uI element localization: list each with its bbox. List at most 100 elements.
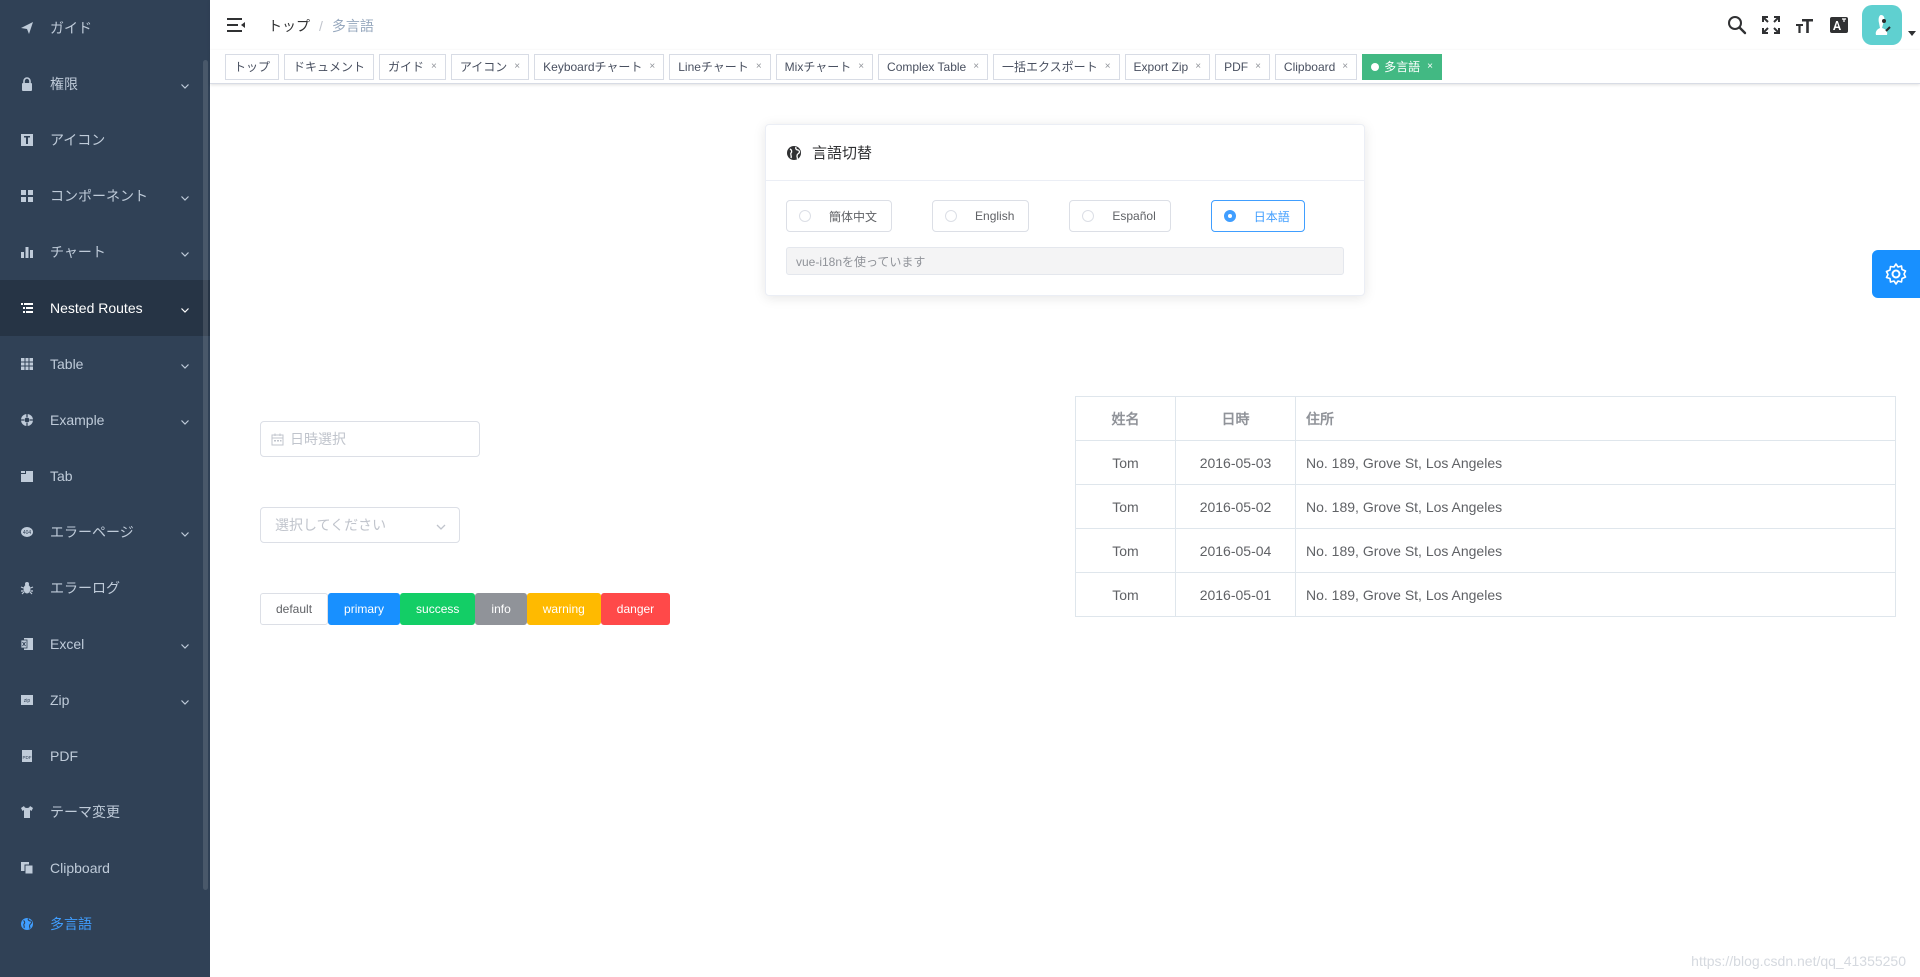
tag-item[interactable]: Clipboard × [1274,53,1358,80]
sidebar-item-label: Excel [50,636,85,652]
table-cell: Tom [1075,440,1176,485]
sidebar-item[interactable]: 404 エラーページ [0,504,210,560]
table-row: Tom 2016-05-04 No. 189, Grove St, Los Ange… [1075,528,1896,573]
close-icon[interactable]: × [756,55,762,79]
warning-button[interactable]: warning [526,593,601,625]
avatar-dropdown[interactable] [1862,5,1916,45]
language-icon[interactable] [1822,0,1856,50]
tag-item[interactable]: アイコン × [450,53,530,80]
info-button[interactable]: info [475,593,527,625]
tag-item[interactable]: Export Zip × [1124,53,1211,80]
table-cell: Tom [1075,572,1176,617]
tag-label: ガイド [388,59,425,74]
close-icon[interactable]: × [858,55,864,79]
primary-button[interactable]: primary [328,593,401,625]
tag-item[interactable]: Keyboardチャート × [534,53,665,80]
chevron-down-icon [180,302,189,313]
close-icon[interactable]: × [1105,55,1111,79]
chevron-down-icon [180,246,189,257]
sidebar-item[interactable]: チャート [0,224,210,280]
tag-item[interactable]: 多言語 × [1362,53,1442,80]
sidebar-item[interactable]: zip Zip [0,672,210,728]
language-radio[interactable]: 日本語 [1210,200,1305,232]
sidebar-item-label: Example [50,412,105,428]
sidebar-item-label: 多言語 [50,916,92,932]
bug-icon [20,581,34,595]
table-header-address: 住所 [1295,396,1896,441]
font-size-icon[interactable] [1788,0,1822,50]
table-icon [20,357,34,371]
close-icon[interactable]: × [1427,55,1433,79]
tag-item[interactable]: Mixチャート × [775,53,874,80]
close-icon[interactable]: × [431,55,437,79]
close-icon[interactable]: × [514,55,520,79]
select-input[interactable]: 選択してください [260,507,460,543]
sidebar-item[interactable]: アイコン [0,112,210,168]
danger-button[interactable]: danger [600,593,671,625]
chevron-down-icon [180,694,189,705]
sidebar-item[interactable]: テーマ変更 [0,784,210,840]
avatar[interactable] [1862,5,1902,45]
sidebar-item[interactable]: Tab [0,448,210,504]
chevron-down-icon [180,414,189,425]
close-icon[interactable]: × [1195,55,1201,79]
radio-circle[interactable] [1223,210,1236,222]
tag-label: ドキュメント [293,59,366,74]
sidebar-item[interactable]: エラーログ [0,560,210,616]
tag-item[interactable]: トップ [225,53,280,80]
sidebar-item[interactable]: ガイド [0,0,210,56]
tag-item[interactable]: PDF × [1215,53,1270,80]
clipboard-icon [20,861,34,875]
sidebar-item[interactable]: Nested Routes [0,280,210,336]
hamburger-icon[interactable] [226,15,246,35]
sidebar: ガイド 権限アイコンコンポーネント チャート Nested Routes Table Ex… [0,0,210,977]
fullscreen-icon[interactable] [1754,0,1788,50]
tag-item[interactable]: ドキュメント [284,53,375,80]
sidebar-item[interactable]: コンポーネント [0,168,210,224]
tag-label: Complex Table [887,59,967,74]
sidebar-item[interactable]: PDF PDF [0,728,210,784]
close-icon[interactable]: × [1342,55,1348,79]
sidebar-item[interactable]: Example [0,392,210,448]
language-radio[interactable]: 簡体中文 [786,200,893,232]
sidebar-item-label: Clipboard [50,860,110,876]
settings-button[interactable] [1872,250,1920,298]
tags-view: トップ ドキュメント ガイド × アイコン × Keyboardチャート × Lineチャート ×… [210,50,1920,84]
sidebar-item[interactable]: Table [0,336,210,392]
date-picker-input[interactable]: 日時選択 [260,421,480,457]
close-icon[interactable]: × [1255,55,1261,79]
calendar-icon [271,433,284,446]
radio-label: 日本語 [1253,209,1290,224]
button-group: default primary success info warning danger [260,593,671,625]
language-radio[interactable]: English [932,200,1030,232]
tag-label: トップ [234,59,271,74]
select-placeholder: 選択してください [275,517,387,533]
table-row: Tom 2016-05-02 No. 189, Grove St, Los Ange… [1075,484,1896,529]
language-radio[interactable]: Español [1069,200,1171,232]
table-cell: 2016-05-02 [1175,484,1296,529]
success-button[interactable]: success [400,593,476,625]
sidebar-item[interactable]: Excel [0,616,210,672]
svg-text:PDF: PDF [23,755,32,760]
close-icon[interactable]: × [649,55,655,79]
caret-down-icon[interactable] [1908,31,1916,36]
close-icon[interactable]: × [973,55,979,79]
theme-icon [20,805,34,819]
sidebar-item-label: アイコン [50,132,106,148]
radio-circle[interactable] [945,210,958,222]
sidebar-item[interactable]: 権限 [0,56,210,112]
sidebar-item[interactable]: 多言語 [0,896,210,952]
radio-circle[interactable] [799,210,811,222]
tag-item[interactable]: Complex Table × [878,53,989,80]
tag-item[interactable]: ガイド × [379,53,446,80]
sidebar-item[interactable]: Clipboard [0,840,210,896]
sidebar-item-label: Nested Routes [50,300,143,316]
sidebar-scrollbar[interactable] [203,60,208,890]
search-icon[interactable] [1720,0,1754,50]
default-button[interactable]: default [260,593,329,625]
chevron-down-icon [180,526,189,537]
tag-item[interactable]: Lineチャート × [669,53,771,80]
radio-circle[interactable] [1082,210,1095,222]
breadcrumb-home[interactable]: トップ [268,16,310,36]
tag-item[interactable]: 一括エクスポート × [993,53,1120,80]
